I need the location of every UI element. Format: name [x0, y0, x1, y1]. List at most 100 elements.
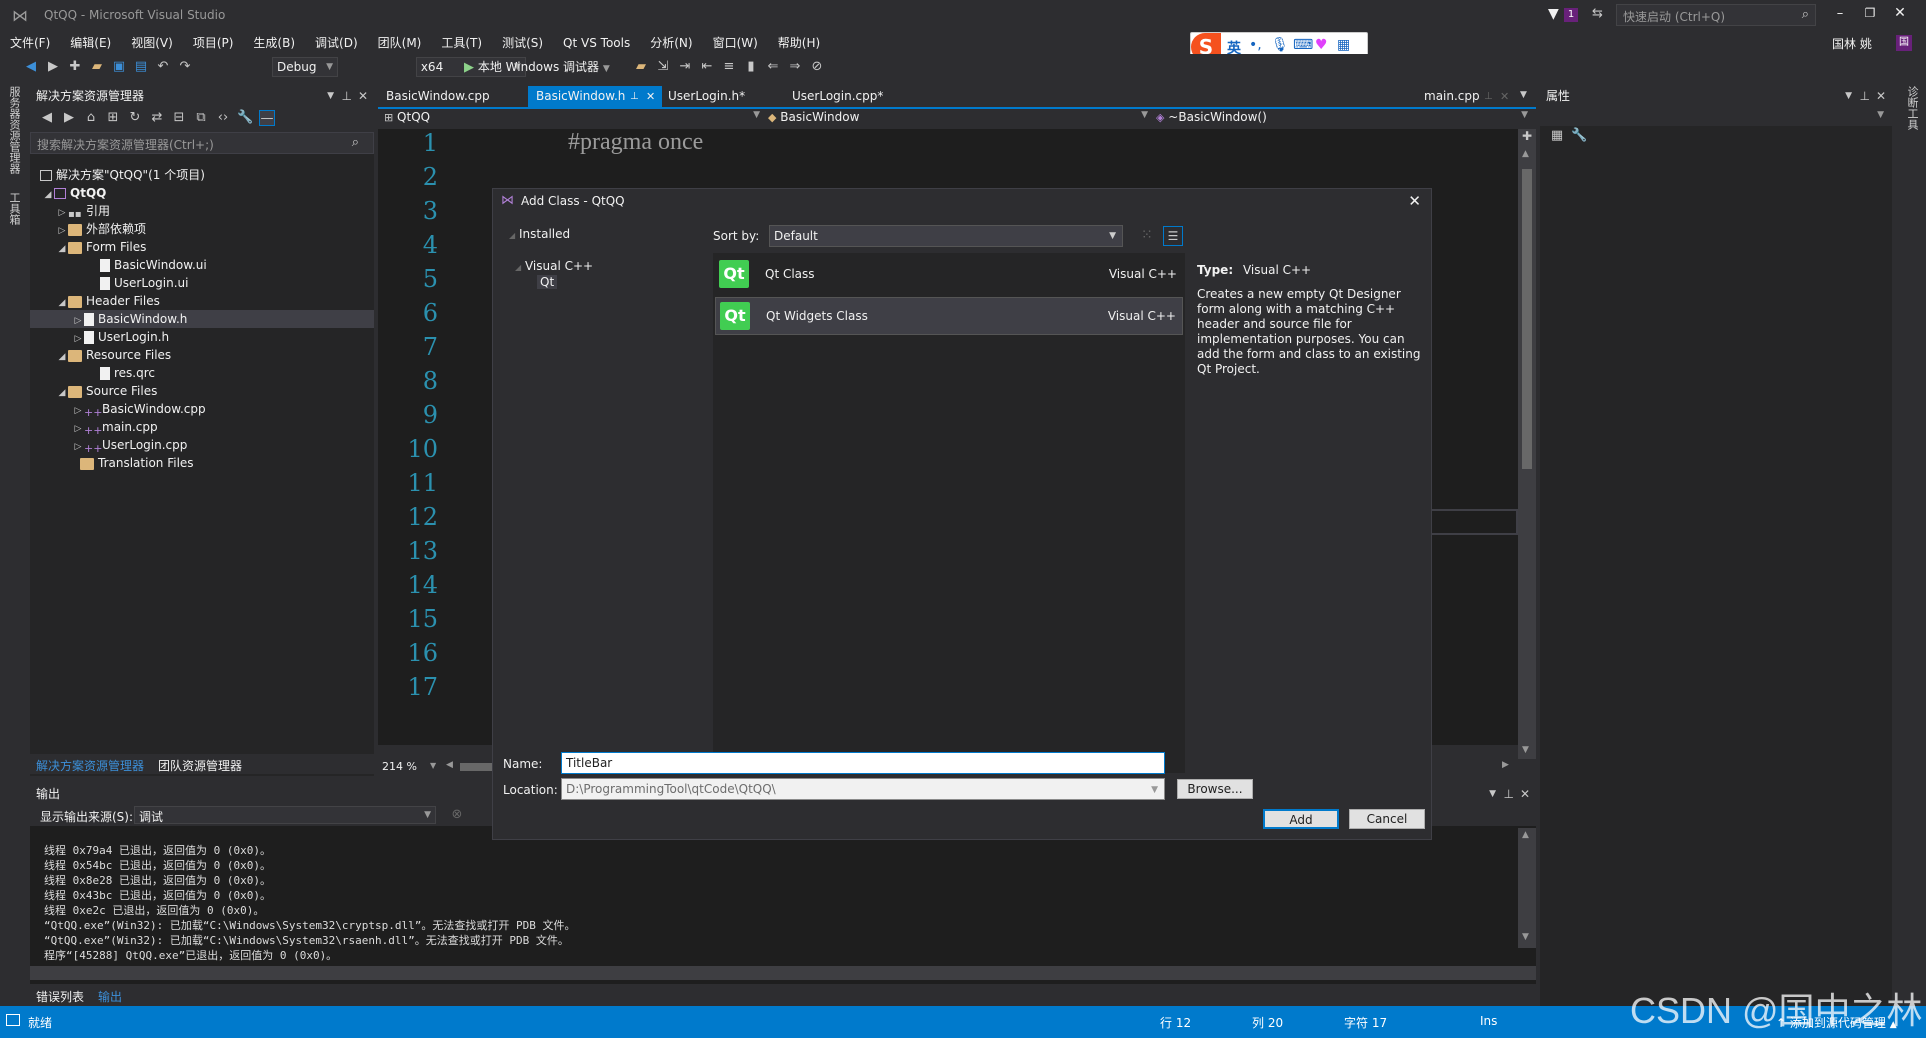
- small-icons-view-icon[interactable]: ⁙: [1141, 227, 1153, 243]
- sort-by-combo[interactable]: Default ▼: [769, 225, 1123, 247]
- avatar[interactable]: 国: [1896, 35, 1912, 51]
- tree-item-solution[interactable]: 解决方案"QtQQ"(1 个项目): [40, 166, 205, 184]
- scroll-thumb[interactable]: [1522, 169, 1532, 469]
- cancel-button[interactable]: Cancel: [1349, 809, 1425, 829]
- tab-userlogin-cpp[interactable]: UserLogin.cpp*: [784, 86, 891, 107]
- expanded-arrow-icon[interactable]: ◢: [42, 186, 54, 204]
- menu-view[interactable]: 视图(V): [121, 32, 183, 54]
- indent-icon[interactable]: ⇥: [677, 59, 693, 75]
- step-icon[interactable]: ⇲: [655, 59, 671, 75]
- pending-changes-icon[interactable]: ↻: [127, 110, 143, 126]
- properties-icon[interactable]: 🔧: [237, 110, 253, 126]
- tab-overflow-icon[interactable]: ▼: [1520, 90, 1527, 100]
- scroll-down-icon[interactable]: ▼: [1522, 932, 1529, 942]
- close-icon[interactable]: ✕: [1876, 86, 1886, 106]
- nav-member-combo[interactable]: ◈ ~BasicWindow() ▼: [1156, 110, 1532, 128]
- list-view-icon[interactable]: ☰: [1163, 226, 1183, 246]
- prev-bookmark-icon[interactable]: ⇐: [765, 59, 781, 75]
- properties-object-combo[interactable]: ▼: [1540, 106, 1892, 126]
- pin-icon[interactable]: ⊥: [1504, 784, 1514, 804]
- toolbox-icon[interactable]: ▦: [1337, 37, 1350, 53]
- forward-icon[interactable]: ▶: [61, 110, 77, 126]
- pin-icon[interactable]: ⊥: [630, 86, 639, 107]
- scroll-up-icon[interactable]: ▲: [1522, 149, 1529, 159]
- tree-item-installed[interactable]: ◢ Installed: [509, 227, 570, 241]
- menu-file[interactable]: 文件(F): [0, 32, 60, 54]
- notification-badge[interactable]: 1: [1564, 8, 1578, 22]
- close-icon[interactable]: ✕: [1408, 192, 1421, 210]
- categorized-icon[interactable]: ▦: [1549, 128, 1565, 144]
- chevron-down-icon[interactable]: ▼: [327, 86, 334, 106]
- new-project-icon[interactable]: ✚: [67, 59, 83, 75]
- name-input[interactable]: TitleBar: [561, 752, 1165, 774]
- tree-item-header-files[interactable]: ◢ Header Files: [56, 292, 160, 310]
- expanded-arrow-icon[interactable]: ◢: [56, 348, 68, 366]
- forward-icon[interactable]: ▶: [45, 59, 61, 75]
- tree-item-userlogin-h[interactable]: ▷ UserLogin.h: [72, 328, 169, 346]
- menu-tools[interactable]: 工具(T): [431, 32, 492, 54]
- menu-analyze[interactable]: 分析(N): [640, 32, 702, 54]
- menu-edit[interactable]: 编辑(E): [60, 32, 121, 54]
- tree-item-qt[interactable]: Qt: [537, 275, 558, 289]
- menu-window[interactable]: 窗口(W): [703, 32, 768, 54]
- menu-project[interactable]: 项目(P): [183, 32, 244, 54]
- microphone-icon[interactable]: 🎙: [1271, 37, 1289, 53]
- sync-icon[interactable]: ⇄: [149, 110, 165, 126]
- tree-item-main-cpp[interactable]: ▷ ++main.cpp: [72, 418, 158, 437]
- template-qt-widgets-class[interactable]: Qt Qt Widgets Class Visual C++: [715, 297, 1183, 335]
- template-qt-class[interactable]: Qt Qt Class Visual C++: [715, 257, 1183, 291]
- property-pages-icon[interactable]: 🔧: [1571, 128, 1587, 144]
- close-icon[interactable]: ✕: [1500, 86, 1509, 107]
- tree-item-visual-cpp[interactable]: ◢ Visual C++: [515, 259, 593, 273]
- tab-main-cpp[interactable]: main.cpp ⊥ ✕: [1416, 86, 1530, 107]
- home-icon[interactable]: ⌂: [83, 110, 99, 126]
- close-icon[interactable]: ✕: [358, 86, 368, 106]
- split-icon[interactable]: ✚: [1520, 129, 1534, 143]
- menu-team[interactable]: 团队(M): [368, 32, 432, 54]
- user-name[interactable]: 国林 姚: [1832, 35, 1872, 52]
- solution-search-input[interactable]: 搜索解决方案资源管理器(Ctrl+;) ⌕: [30, 132, 374, 154]
- tab-userlogin-h[interactable]: UserLogin.h*: [660, 86, 753, 107]
- tab-output[interactable]: 输出: [98, 988, 122, 1005]
- minimize-button[interactable]: –: [1830, 6, 1850, 21]
- menu-help[interactable]: 帮助(H): [768, 32, 830, 54]
- save-all-icon[interactable]: ▤: [133, 59, 149, 75]
- pin-icon[interactable]: ⊥: [1484, 86, 1493, 107]
- view-code-icon[interactable]: ‹›: [215, 110, 231, 126]
- close-button[interactable]: ✕: [1890, 5, 1910, 21]
- redo-icon[interactable]: ↷: [177, 59, 193, 75]
- tree-item-form-files[interactable]: ◢ Form Files: [56, 238, 147, 258]
- config-combo[interactable]: Debug ▼: [272, 57, 338, 77]
- zoom-level[interactable]: 214 %: [382, 760, 417, 773]
- tab-basicwindow-h[interactable]: BasicWindow.h ⊥ ✕: [528, 86, 662, 107]
- nav-project-combo[interactable]: ⊞ QtQQ ▼: [384, 110, 764, 128]
- tree-item-userlogin-ui[interactable]: UserLogin.ui: [100, 274, 188, 292]
- browser-icon[interactable]: ▰: [633, 59, 649, 75]
- clear-bookmarks-icon[interactable]: ⊘: [809, 59, 825, 75]
- scroll-right-icon[interactable]: ▶: [1502, 760, 1509, 770]
- feedback-icon[interactable]: ⇆: [1592, 6, 1603, 21]
- undo-icon[interactable]: ↶: [155, 59, 171, 75]
- scroll-down-icon[interactable]: ▼: [1522, 745, 1529, 755]
- tree-item-project[interactable]: ◢ QtQQ: [42, 184, 107, 204]
- nav-class-combo[interactable]: ◆ BasicWindow ▼: [768, 110, 1152, 128]
- collapse-all-icon[interactable]: ⊟: [171, 110, 187, 126]
- next-bookmark-icon[interactable]: ⇒: [787, 59, 803, 75]
- output-source-combo[interactable]: 调试 ▼: [134, 806, 436, 824]
- back-icon[interactable]: ◀: [23, 59, 39, 75]
- tree-item-basicwindow-cpp[interactable]: ▷ ++BasicWindow.cpp: [72, 400, 206, 419]
- tree-item-basicwindow-ui[interactable]: BasicWindow.ui: [100, 256, 207, 274]
- tree-item-res-qrc[interactable]: res.qrc: [100, 364, 155, 382]
- outdent-icon[interactable]: ⇤: [699, 59, 715, 75]
- punctuation-icon[interactable]: •,: [1249, 37, 1262, 53]
- expanded-arrow-icon[interactable]: ◢: [56, 240, 68, 258]
- comment-icon[interactable]: ≡: [721, 59, 737, 75]
- close-icon[interactable]: ✕: [646, 86, 655, 107]
- tree-item-userlogin-cpp[interactable]: ▷ ++UserLogin.cpp: [72, 436, 188, 455]
- back-icon[interactable]: ◀: [39, 110, 55, 126]
- expanded-arrow-icon[interactable]: ◢: [56, 384, 68, 402]
- scroll-left-icon[interactable]: ◀: [446, 760, 453, 770]
- chevron-down-icon[interactable]: ▼: [1489, 784, 1496, 804]
- tree-item-translation-files[interactable]: Translation Files: [80, 454, 194, 472]
- chevron-down-icon[interactable]: ▼: [430, 761, 436, 770]
